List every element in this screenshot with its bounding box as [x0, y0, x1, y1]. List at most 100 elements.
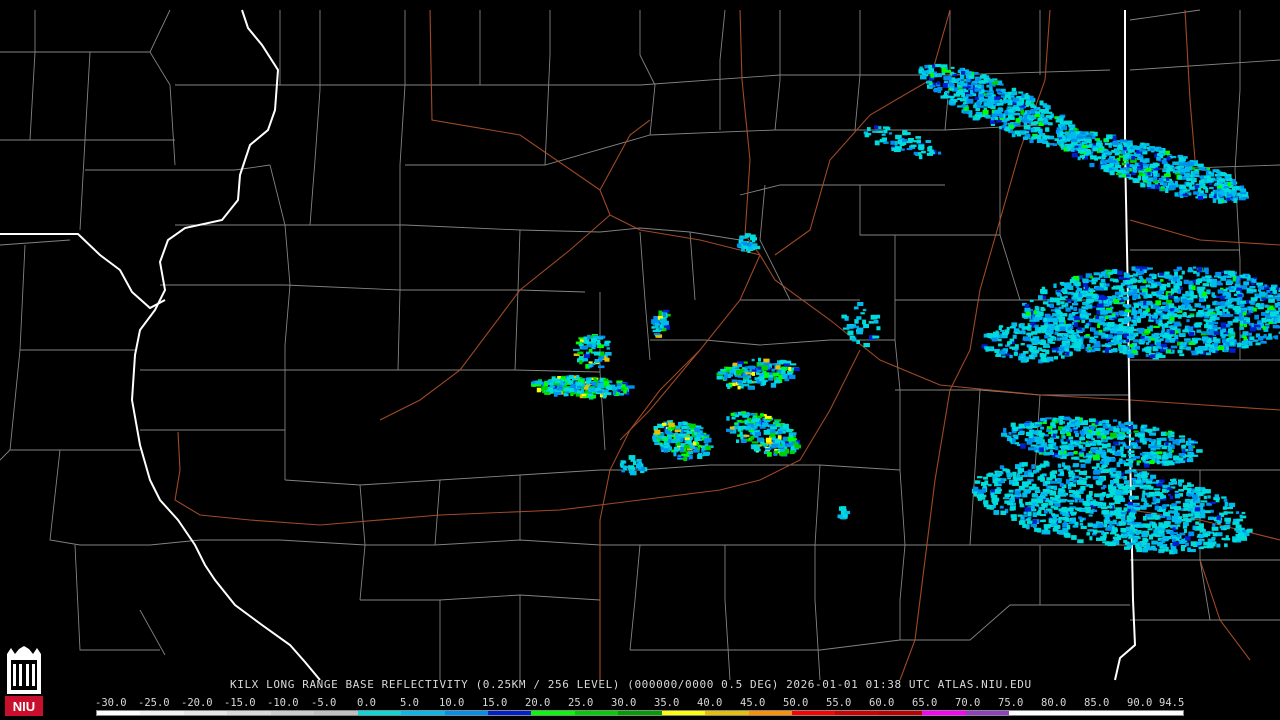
- echo-pixel: [981, 494, 987, 498]
- echo-pixel: [1201, 168, 1208, 171]
- echo-pixel: [1197, 266, 1203, 272]
- echo-pixel: [1113, 428, 1120, 433]
- echo-pixel: [894, 140, 898, 146]
- echo-pixel: [1229, 289, 1236, 292]
- echo-pixel: [1053, 486, 1058, 491]
- echo-pixel: [684, 437, 690, 441]
- echo-pixel: [1173, 455, 1178, 459]
- echo-pixel: [730, 412, 735, 416]
- echo-pixel: [1135, 530, 1140, 536]
- echo-pixel: [1000, 83, 1004, 86]
- echo-pixel: [1122, 486, 1129, 491]
- echo-pixel: [752, 444, 760, 450]
- echo-pixel: [1198, 305, 1206, 308]
- echo-pixel: [1082, 500, 1088, 506]
- echo-pixel: [1156, 156, 1161, 161]
- echo-pixel: [1129, 274, 1134, 278]
- echo-pixel: [1167, 452, 1173, 457]
- echo-pixel: [1194, 511, 1200, 515]
- echo-pixel: [1182, 298, 1188, 303]
- echo-pixel: [1050, 422, 1056, 427]
- echo-pixel: [604, 357, 610, 362]
- echo-pixel: [1090, 425, 1096, 430]
- echo-pixel: [1060, 313, 1068, 317]
- echo-pixel: [1136, 460, 1142, 463]
- echo-pixel: [1155, 427, 1160, 431]
- echo-pixel: [1025, 311, 1031, 316]
- echo-pixel: [1085, 131, 1089, 136]
- echo-pixel: [1268, 298, 1275, 303]
- echo-pixel: [1258, 285, 1264, 290]
- echo-pixel: [1215, 271, 1222, 277]
- echo-pixel: [1233, 538, 1237, 543]
- echo-pixel: [1125, 279, 1131, 285]
- echo-pixel: [581, 345, 588, 350]
- echo-pixel: [742, 438, 747, 443]
- echo-pixel: [1040, 417, 1046, 422]
- echo-pixel: [1100, 272, 1105, 276]
- echo-pixel: [1222, 328, 1227, 332]
- echo-pixel: [1074, 475, 1080, 479]
- echo-pixel: [1149, 432, 1157, 436]
- echo-pixel: [742, 425, 747, 430]
- echo-pixel: [1120, 454, 1127, 458]
- echo-pixel: [1100, 470, 1105, 473]
- echo-pixel: [1079, 430, 1085, 435]
- echo-pixel: [1128, 459, 1134, 464]
- echo-pixel: [1151, 540, 1158, 545]
- echo-pixel: [1200, 175, 1204, 180]
- echo-pixel: [774, 421, 780, 424]
- echo-pixel: [1197, 345, 1205, 351]
- echo-pixel: [1080, 135, 1087, 138]
- echo-pixel: [1196, 312, 1202, 316]
- echo-pixel: [1149, 325, 1154, 329]
- echo-pixel: [1161, 325, 1165, 331]
- echo-pixel: [1001, 432, 1008, 437]
- echo-pixel: [985, 114, 991, 119]
- echo-pixel: [961, 70, 966, 75]
- echo-pixel: [941, 95, 947, 99]
- echo-pixel: [1174, 493, 1181, 499]
- echo-pixel: [1028, 447, 1035, 451]
- echo-pixel: [1101, 165, 1108, 170]
- echo-pixel: [913, 151, 919, 155]
- echo-pixel: [742, 415, 747, 418]
- echo-pixel: [1134, 268, 1140, 272]
- echo-pixel: [1061, 441, 1068, 445]
- echo-pixel: [1055, 326, 1059, 330]
- echo-pixel: [1004, 493, 1011, 498]
- echo-pixel: [1205, 275, 1212, 279]
- echo-pixel: [1074, 422, 1080, 427]
- echo-pixel: [1139, 154, 1143, 158]
- echo-pixel: [972, 486, 979, 492]
- echo-pixel: [1013, 478, 1018, 482]
- echo-pixel: [1184, 536, 1191, 541]
- echo-pixel: [1222, 308, 1229, 313]
- echo-pixel: [1110, 479, 1114, 485]
- echo-pixel: [1256, 302, 1261, 306]
- echo-pixel: [1265, 310, 1270, 314]
- echo-pixel: [1167, 275, 1172, 279]
- echo-pixel: [1151, 502, 1157, 505]
- echo-pixel: [1174, 271, 1178, 277]
- echo-pixel: [1150, 474, 1157, 479]
- echo-pixel: [1106, 448, 1111, 453]
- echo-pixel: [1140, 437, 1144, 442]
- echo-pixel: [1156, 455, 1162, 460]
- echo-pixel: [1141, 473, 1148, 479]
- echo-pixel: [1026, 441, 1032, 445]
- echo-pixel: [1216, 543, 1221, 548]
- echo-pixel: [1092, 147, 1099, 152]
- echo-pixel: [1192, 454, 1199, 457]
- echo-pixel: [1007, 109, 1014, 112]
- echo-pixel: [1166, 516, 1172, 521]
- echo-pixel: [1088, 490, 1093, 496]
- echo-pixel: [1128, 534, 1133, 539]
- echo-pixel: [737, 379, 742, 384]
- echo-pixel: [990, 494, 994, 498]
- radar-map: [0, 9, 1280, 681]
- echo-pixel: [1189, 300, 1193, 303]
- echo-pixel: [1133, 471, 1138, 474]
- echo-pixel: [734, 422, 739, 425]
- echo-pixel: [1236, 535, 1242, 541]
